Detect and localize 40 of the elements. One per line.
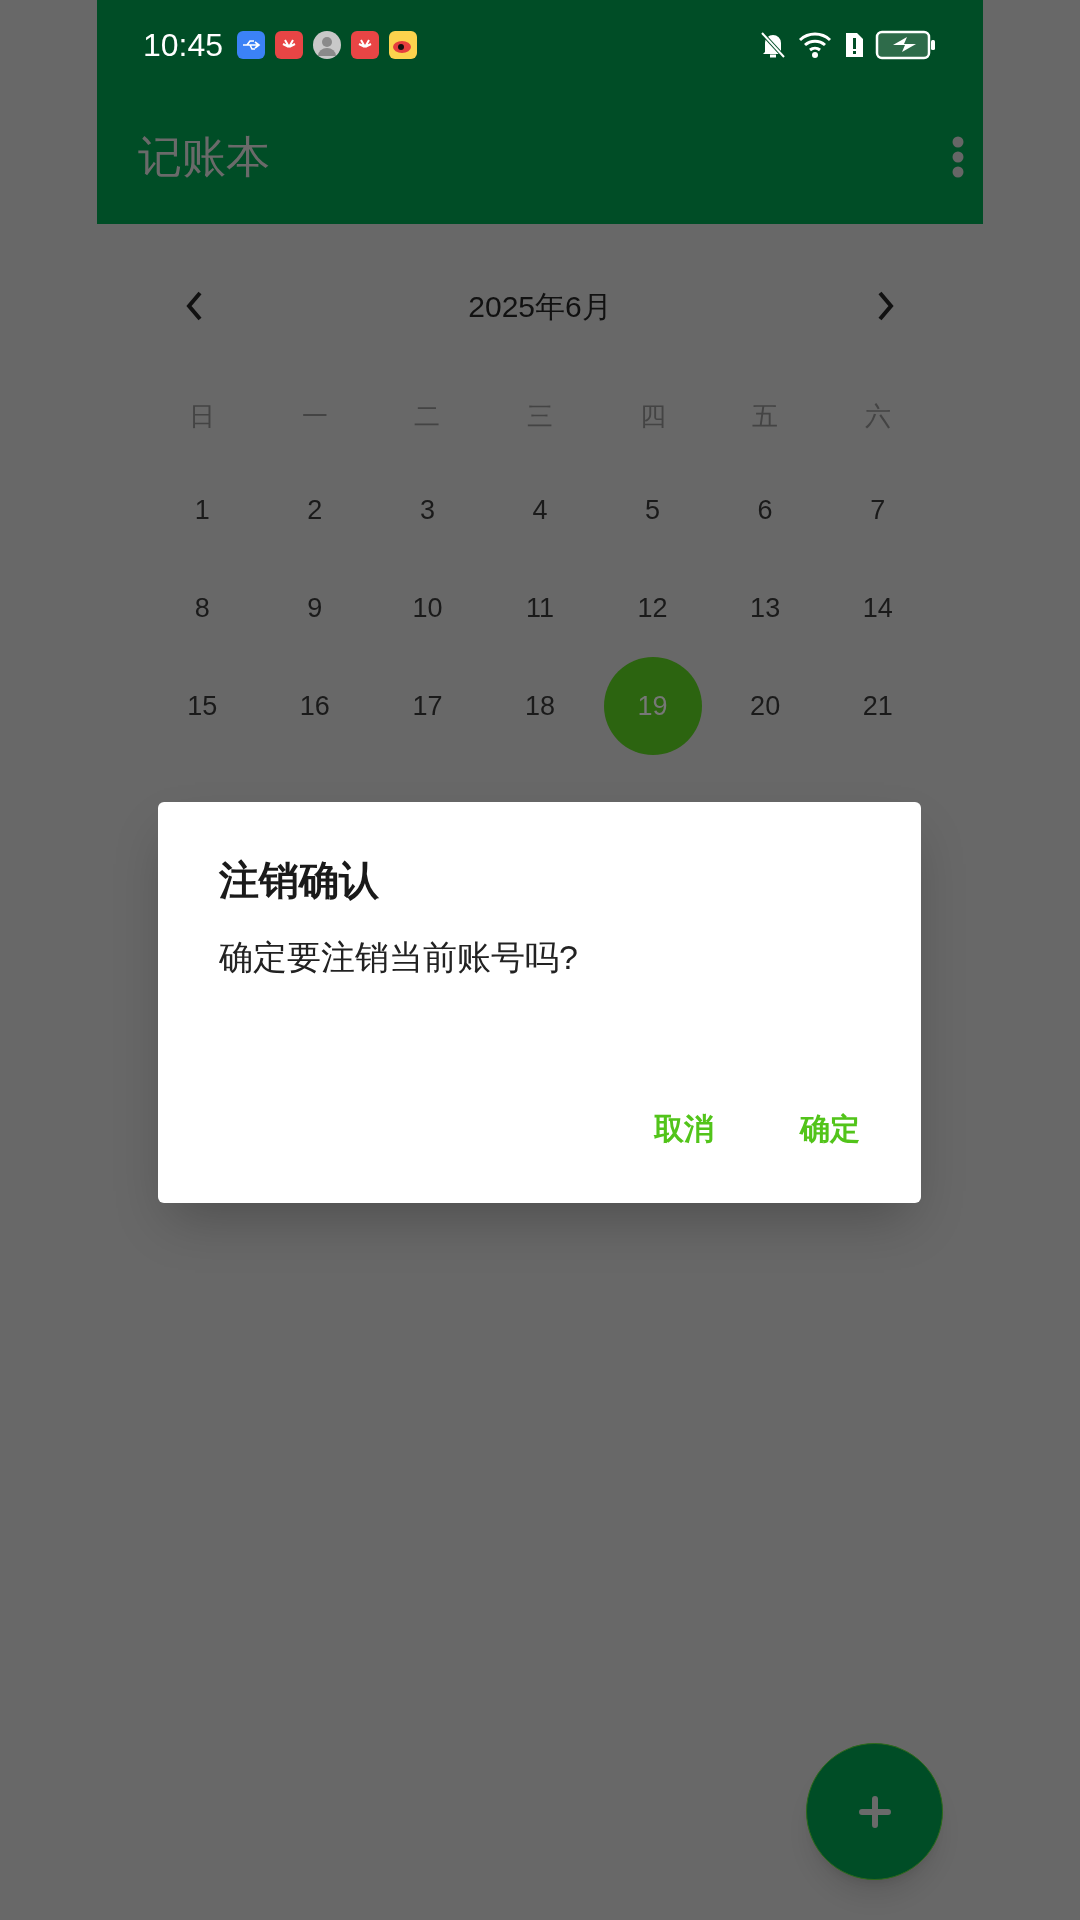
- plus-icon: [857, 1794, 892, 1829]
- bell-off-icon: [759, 30, 787, 60]
- app-icon: [351, 31, 380, 59]
- calendar-day[interactable]: 18: [524, 685, 555, 727]
- dialog-button[interactable]: 取消: [626, 1094, 742, 1163]
- calendar-day[interactable]: 20: [750, 685, 781, 727]
- calendar-day[interactable]: 10: [412, 587, 443, 629]
- calendar-day[interactable]: 11: [525, 587, 554, 629]
- calendar-day[interactable]: 7: [870, 489, 886, 531]
- calendar-day[interactable]: 3: [419, 489, 435, 531]
- battery-charging-icon: [875, 30, 937, 60]
- calendar-day[interactable]: 14: [862, 587, 893, 629]
- previous-icon[interactable]: [184, 290, 204, 322]
- calendar-day[interactable]: 2: [307, 489, 323, 531]
- status-time: 10:45: [143, 26, 224, 65]
- calendar-day[interactable]: 16: [299, 685, 330, 727]
- calendar-day[interactable]: 19: [603, 657, 702, 755]
- calendar-day[interactable]: 9: [307, 587, 323, 629]
- calendar-month: 2025年6月: [468, 288, 612, 325]
- avatar-icon: [313, 31, 342, 59]
- usb-icon: [237, 31, 266, 59]
- calendar-day[interactable]: 12: [637, 587, 668, 629]
- eye-icon: [389, 31, 418, 59]
- calendar-day[interactable]: 5: [645, 489, 661, 531]
- calendar-day[interactable]: 13: [750, 587, 781, 629]
- calendar-day[interactable]: 1: [194, 489, 210, 531]
- app-title: 记账本: [138, 131, 271, 183]
- dialog-title: 注销确认: [219, 857, 380, 904]
- app-icon: [275, 31, 304, 59]
- calendar-day[interactable]: 6: [757, 489, 773, 531]
- calendar-day[interactable]: 4: [532, 489, 548, 531]
- dialog-button[interactable]: 确定: [772, 1094, 888, 1163]
- sim-alert-icon: [843, 30, 865, 60]
- calendar-day[interactable]: 17: [412, 685, 443, 727]
- calendar-day[interactable]: 8: [194, 587, 210, 629]
- wifi-icon: [797, 30, 833, 60]
- calendar-day[interactable]: 15: [187, 685, 218, 727]
- next-icon[interactable]: [876, 290, 896, 322]
- dialog-message: 确定要注销当前账号吗?: [219, 937, 579, 978]
- calendar-day[interactable]: 21: [862, 685, 893, 727]
